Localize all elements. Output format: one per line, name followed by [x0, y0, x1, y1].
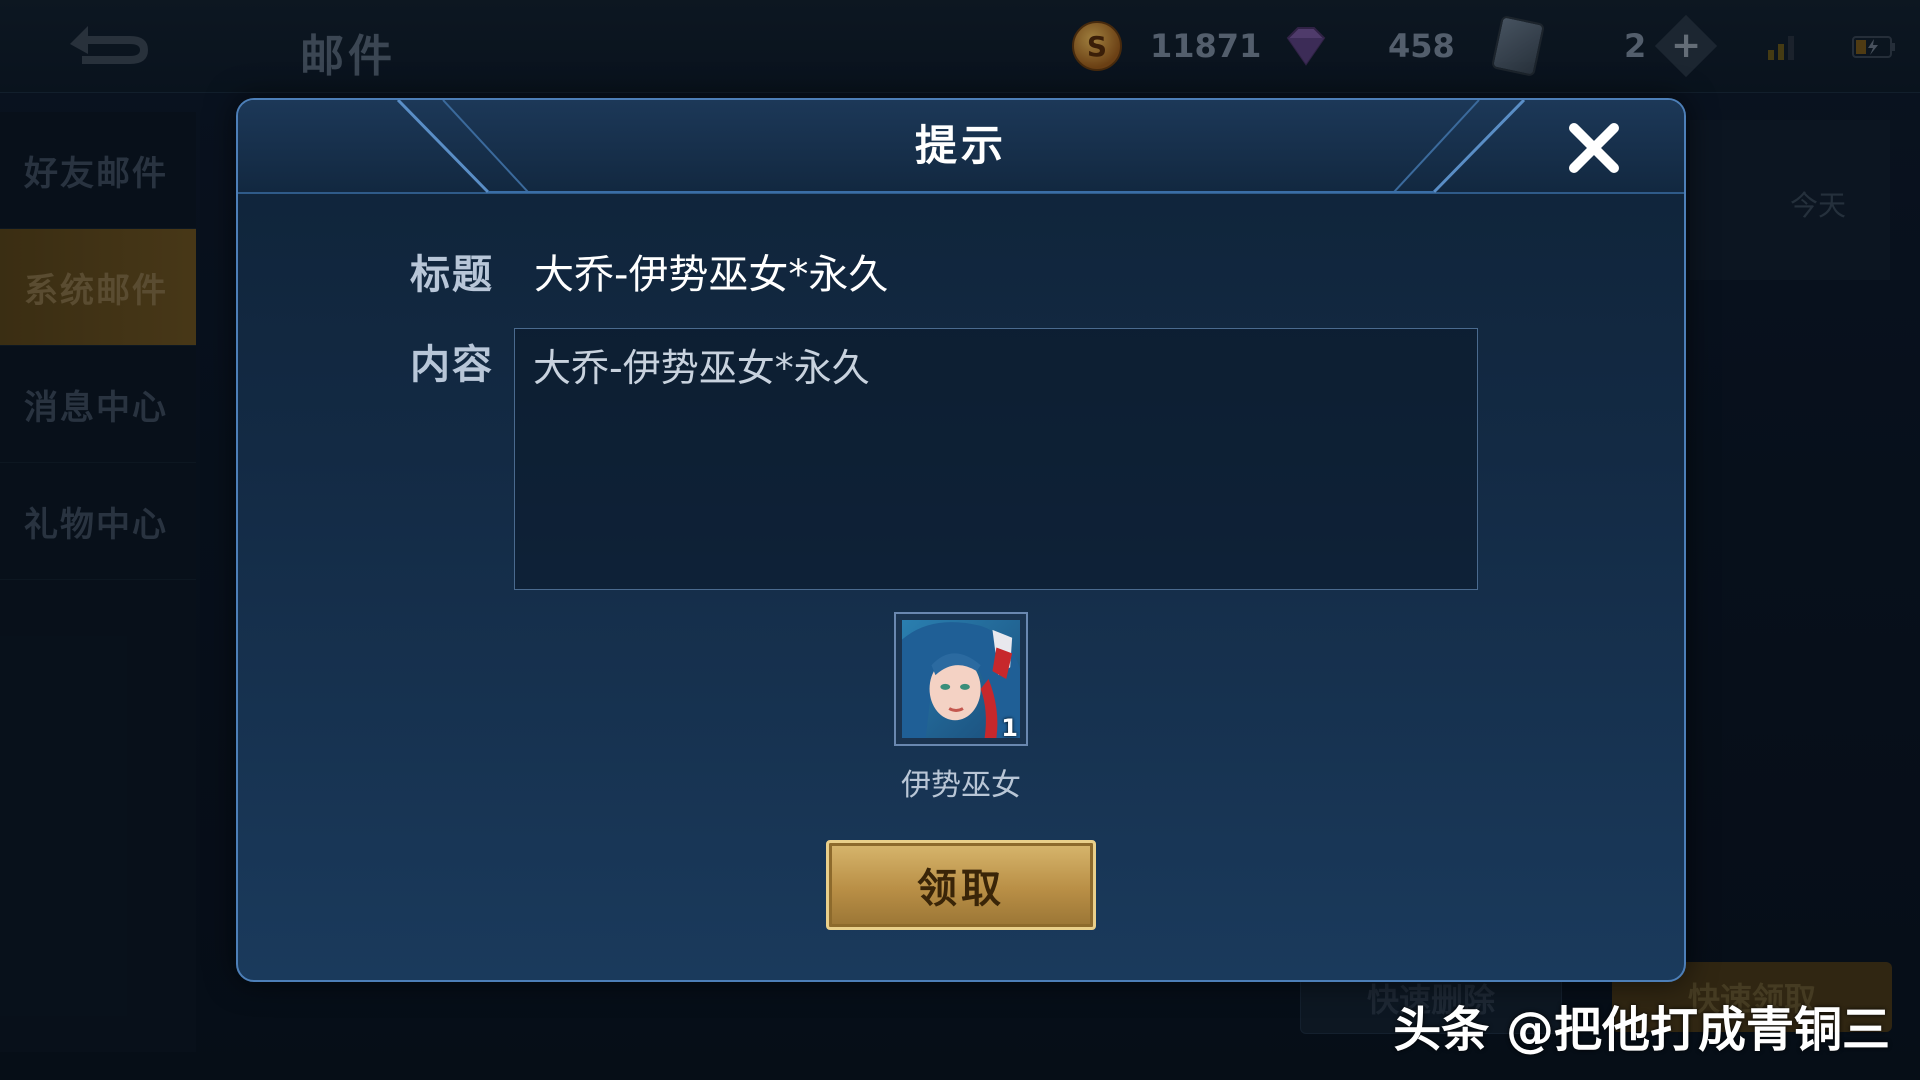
close-icon	[1569, 123, 1619, 173]
watermark: 头条 @把他打成青铜三	[1393, 1002, 1890, 1058]
claim-button[interactable]: 领取	[826, 840, 1096, 930]
reward-name: 伊势巫女	[901, 768, 1021, 803]
title-label: 标题	[410, 252, 494, 298]
dialog-header: 提示	[238, 100, 1684, 194]
reward-dialog: 提示 标题 大乔-伊势巫女*永久 内容 大乔-伊势巫女*永久 1 伊势巫女 领取	[236, 98, 1686, 982]
reward-count: 1	[1001, 714, 1018, 742]
dialog-title: 提示	[914, 121, 1007, 170]
reward-item[interactable]: 1	[894, 612, 1028, 746]
close-button[interactable]	[1566, 120, 1622, 176]
mail-content-box: 大乔-伊势巫女*永久	[514, 328, 1478, 590]
mail-title-value: 大乔-伊势巫女*永久	[534, 252, 889, 298]
content-label: 内容	[410, 342, 494, 388]
